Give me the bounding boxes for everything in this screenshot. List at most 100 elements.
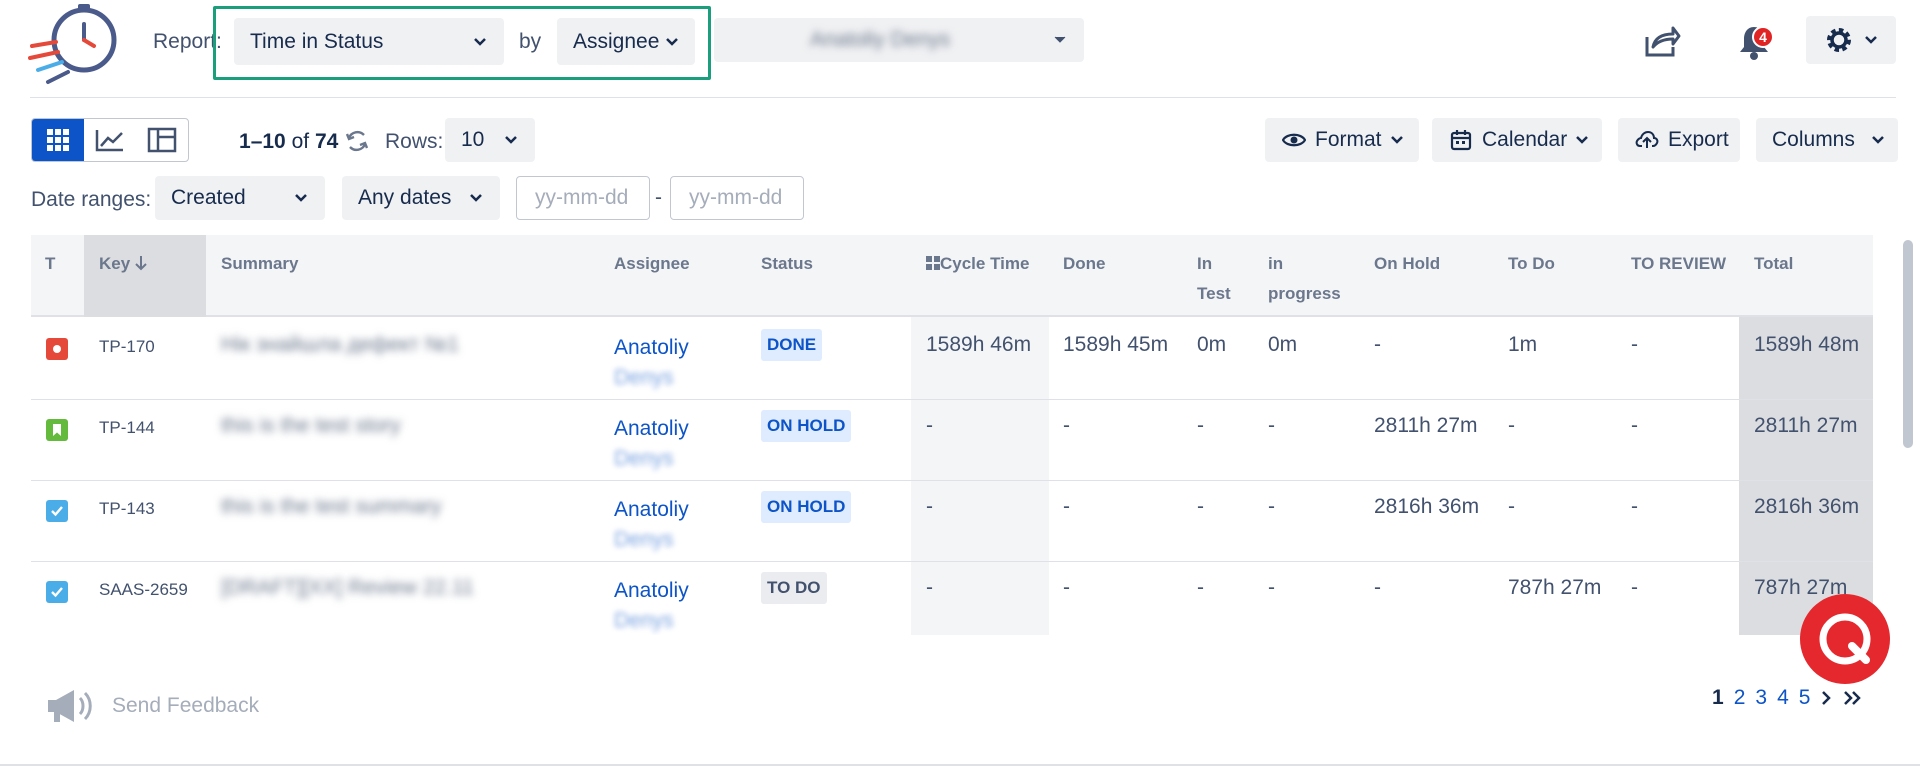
rows-per-page-select[interactable]: 10 [445,118,535,162]
result-count: 1–10 of 74 [239,130,339,153]
page-link-1[interactable]: 1 [1712,686,1724,710]
header-key[interactable]: Key [99,249,147,279]
to-do-cell: - [1508,495,1515,518]
assignee-link[interactable]: Anatoliy Denys [614,414,689,474]
header-cycle-time[interactable]: Cycle Time [926,249,1029,279]
settings-menu-button[interactable] [1806,16,1896,64]
send-feedback-label: Send Feedback [112,694,260,717]
table-row[interactable]: TP-170 Нік знайшла дефект №1 Anatoliy Denys… [31,319,1873,400]
cycle-time-cell: - [926,414,933,437]
issue-key-link[interactable]: SAAS-2659 [99,580,188,600]
assignee-link[interactable]: Anatoliy Denys [614,333,689,393]
to-review-cell: - [1631,414,1638,437]
chevron-down-icon [462,184,490,212]
range-start: 1 [239,130,251,153]
header-in-test[interactable]: In Test [1197,249,1231,309]
rows-label: Rows: [385,130,444,153]
assignee-filter-select[interactable]: Anatoliy Denys [714,18,1084,62]
page-link-3[interactable]: 3 [1755,686,1767,710]
header-in-progress[interactable]: in progress [1268,249,1341,309]
chart-view-button[interactable] [84,119,136,161]
table-row[interactable]: SAAS-2659 [DRAFT][XX] Review 22.11 Anatoli… [31,562,1873,643]
date-to-input[interactable]: yy-mm-dd [670,176,804,220]
next-page-button[interactable] [1820,690,1832,706]
header-done[interactable]: Done [1063,249,1106,279]
chat-support-button[interactable] [1800,594,1890,684]
rows-per-page-value: 10 [461,128,485,151]
header-key-label: Key [99,254,131,273]
page-link-2[interactable]: 2 [1734,686,1746,710]
assignee-link[interactable]: Anatoliy Denys [614,576,689,636]
done-cell: - [1063,576,1070,599]
in-test-cell: - [1197,495,1204,518]
assignee-first-name: Anatoliy [614,417,689,440]
header-in-progress-line2: progress [1268,284,1341,303]
send-feedback-link[interactable]: Send Feedback [44,686,259,726]
calendar-icon [1448,127,1474,153]
last-page-button[interactable] [1842,690,1862,706]
report-type-select[interactable]: Time in Status [234,18,504,65]
header-type[interactable]: T [45,249,55,279]
grid-view-button[interactable] [32,119,84,161]
calendar-button[interactable]: Calendar [1432,118,1602,162]
chevron-down-icon [1046,26,1074,54]
issue-key-link[interactable]: TP-143 [99,499,155,519]
issue-summary[interactable]: Нік знайшла дефект №1 [221,333,459,357]
header-to-do[interactable]: To Do [1508,249,1555,279]
megaphone-icon [48,690,92,722]
assignee-filter-value: Anatoliy Denys [810,28,951,51]
header-summary[interactable]: Summary [221,249,298,279]
assignee-first-name: Anatoliy [614,498,689,521]
by-label: by [519,30,542,53]
issue-key-link[interactable]: TP-144 [99,418,155,438]
date-field-select[interactable]: Created [155,176,325,220]
done-cell: 1589h 45m [1063,333,1169,356]
arrow-down-icon [135,256,147,271]
date-from-input[interactable]: yy-mm-dd [516,176,650,220]
report-label: Report: [153,30,222,53]
issue-summary[interactable]: [DRAFT][XX] Review 22.11 [221,576,474,600]
issue-summary[interactable]: this is the test summary [221,495,442,519]
total-cell: 2811h 27m [1754,414,1858,437]
panel-view-button[interactable] [136,119,188,161]
share-button[interactable] [1636,18,1688,66]
export-label: Export [1668,128,1729,151]
table-row[interactable]: TP-143 this is the test summary Anatoliy De… [31,481,1873,562]
page-link-4[interactable]: 4 [1777,686,1789,710]
header-status[interactable]: Status [761,249,813,279]
assignee-last-name: Denys [614,528,674,551]
export-button[interactable]: Export [1618,118,1740,162]
date-separator: - [655,186,662,209]
in-test-cell: 0m [1197,333,1227,356]
vertical-scrollbar[interactable] [1903,240,1913,448]
header-to-review[interactable]: TO REVIEW [1631,249,1726,279]
notification-count-badge: 4 [1752,26,1774,48]
cycle-time-cell: - [926,495,933,518]
date-range-select[interactable]: Any dates [342,176,500,220]
issue-type-bug-icon [46,338,68,360]
done-cell: - [1063,414,1070,437]
assignee-link[interactable]: Anatoliy Denys [614,495,689,555]
columns-button[interactable]: Columns [1756,118,1898,162]
header-assignee[interactable]: Assignee [614,249,690,279]
format-button[interactable]: Format [1265,118,1419,162]
chevron-down-icon [1865,36,1877,44]
header-total[interactable]: Total [1754,249,1793,279]
pagination: 1 2 3 4 5 [1712,686,1872,710]
page-link-5[interactable]: 5 [1799,686,1811,710]
issue-key-link[interactable]: TP-170 [99,337,155,357]
eye-icon [1281,127,1307,153]
table-row[interactable]: TP-144 this is the test story Anatoliy Deny… [31,400,1873,481]
header-on-hold[interactable]: On Hold [1374,249,1440,279]
total-cell: 2816h 36m [1754,495,1860,518]
chevron-down-icon [1871,135,1885,145]
refresh-icon[interactable] [344,128,370,154]
chevron-down-icon [1390,135,1404,145]
issue-summary[interactable]: this is the test story [221,414,401,438]
header-in-progress-line1: in [1268,254,1284,273]
app-logo-icon [28,4,117,84]
assignee-last-name: Denys [614,447,674,470]
status-lozenge: TO DO [761,572,827,604]
in-test-cell: - [1197,576,1204,599]
group-by-select[interactable]: Assignee [557,18,695,65]
